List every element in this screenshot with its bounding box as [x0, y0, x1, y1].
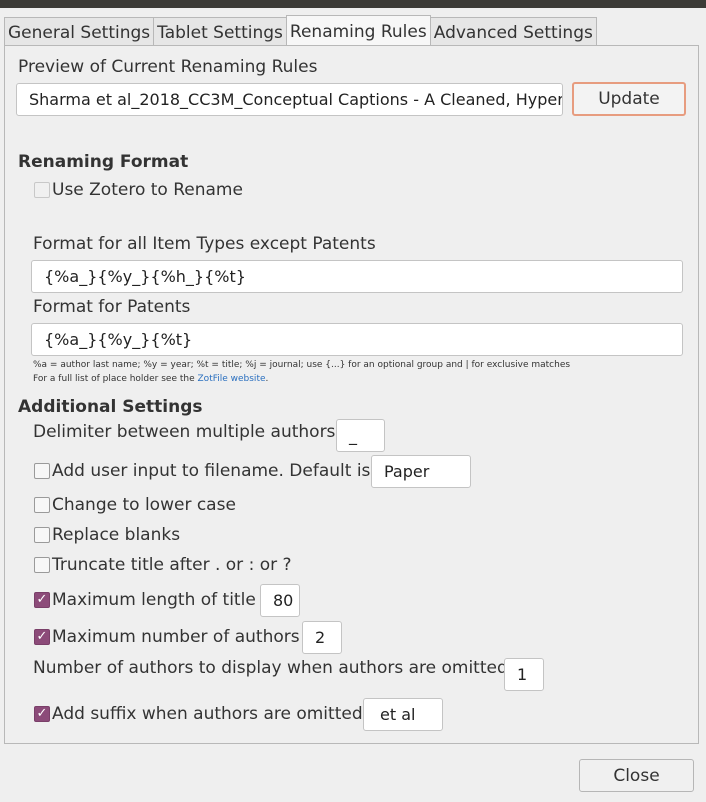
preview-label: Preview of Current Renaming Rules — [18, 57, 318, 77]
user-input-default-field[interactable]: Paper — [371, 455, 471, 488]
all-types-format-input[interactable]: {%a_}{%y_}{%h_}{%t} — [31, 260, 683, 293]
patents-format-label: Format for Patents — [33, 297, 191, 317]
user-input-default-value: Paper — [384, 462, 430, 481]
tab-general-settings[interactable]: General Settings — [4, 17, 155, 46]
max-authors-checkbox[interactable]: ✓ — [34, 629, 50, 645]
suffix-label: Add suffix when authors are omitted — [52, 704, 363, 724]
placeholder-help-text: %a = author last name; %y = year; %t = t… — [33, 360, 571, 370]
suffix-input[interactable]: et al — [363, 698, 443, 731]
all-types-format-value: {%a_}{%y_}{%h_}{%t} — [44, 267, 246, 286]
replace-blanks-checkbox[interactable] — [34, 527, 50, 543]
tab-bar: General Settings Tablet Settings Renamin… — [4, 15, 597, 46]
tab-renaming-rules[interactable]: Renaming Rules — [285, 15, 431, 45]
update-button[interactable]: Update — [572, 82, 686, 116]
num-authors-display-label: Number of authors to display when author… — [33, 658, 508, 678]
delimiter-label: Delimiter between multiple authors — [33, 422, 336, 442]
patents-format-value: {%a_}{%y_}{%t} — [44, 330, 193, 349]
truncate-title-label: Truncate title after . or : or ? — [52, 555, 292, 575]
preview-field-value: Sharma et al_2018_CC3M_Conceptual Captio… — [29, 90, 563, 109]
max-authors-input[interactable]: 2 — [302, 621, 342, 654]
max-authors-label: Maximum number of authors — [52, 627, 300, 647]
placeholder-help-link-line: For a full list of place holder see the … — [33, 374, 268, 384]
num-authors-display-input[interactable]: 1 — [504, 658, 544, 691]
tab-tablet-settings[interactable]: Tablet Settings — [153, 17, 287, 46]
use-zotero-checkbox[interactable] — [34, 182, 50, 198]
preview-field[interactable]: Sharma et al_2018_CC3M_Conceptual Captio… — [16, 83, 563, 116]
use-zotero-label: Use Zotero to Rename — [52, 180, 243, 200]
suffix-checkbox[interactable]: ✓ — [34, 706, 50, 722]
max-title-length-value: 80 — [273, 591, 294, 610]
lower-case-checkbox[interactable] — [34, 497, 50, 513]
max-authors-value: 2 — [315, 628, 326, 647]
max-title-length-input[interactable]: 80 — [260, 584, 300, 617]
help-suffix: . — [265, 374, 269, 384]
max-title-length-label: Maximum length of title — [52, 590, 256, 610]
additional-settings-heading: Additional Settings — [18, 397, 203, 417]
num-authors-display-value: 1 — [517, 665, 528, 684]
patents-format-input[interactable]: {%a_}{%y_}{%t} — [31, 323, 683, 356]
renaming-format-heading: Renaming Format — [18, 152, 189, 172]
delimiter-value: _ — [349, 426, 357, 445]
replace-blanks-label: Replace blanks — [52, 525, 181, 545]
user-input-checkbox[interactable] — [34, 463, 50, 479]
user-input-label: Add user input to filename. Default is — [52, 461, 371, 481]
close-button[interactable]: Close — [579, 759, 694, 792]
zotfile-website-link[interactable]: ZotFile website — [198, 374, 266, 384]
delimiter-input[interactable]: _ — [336, 419, 385, 452]
window-title-bar — [0, 0, 706, 8]
all-types-format-label: Format for all Item Types except Patents — [33, 234, 376, 254]
tab-advanced-settings[interactable]: Advanced Settings — [429, 17, 597, 46]
renaming-rules-panel: Preview of Current Renaming Rules Sharma… — [4, 45, 699, 744]
truncate-title-checkbox[interactable] — [34, 557, 50, 573]
help-prefix: For a full list of place holder see the — [33, 374, 198, 384]
lower-case-label: Change to lower case — [52, 495, 236, 515]
max-title-length-checkbox[interactable]: ✓ — [34, 592, 50, 608]
suffix-value: et al — [380, 705, 416, 724]
